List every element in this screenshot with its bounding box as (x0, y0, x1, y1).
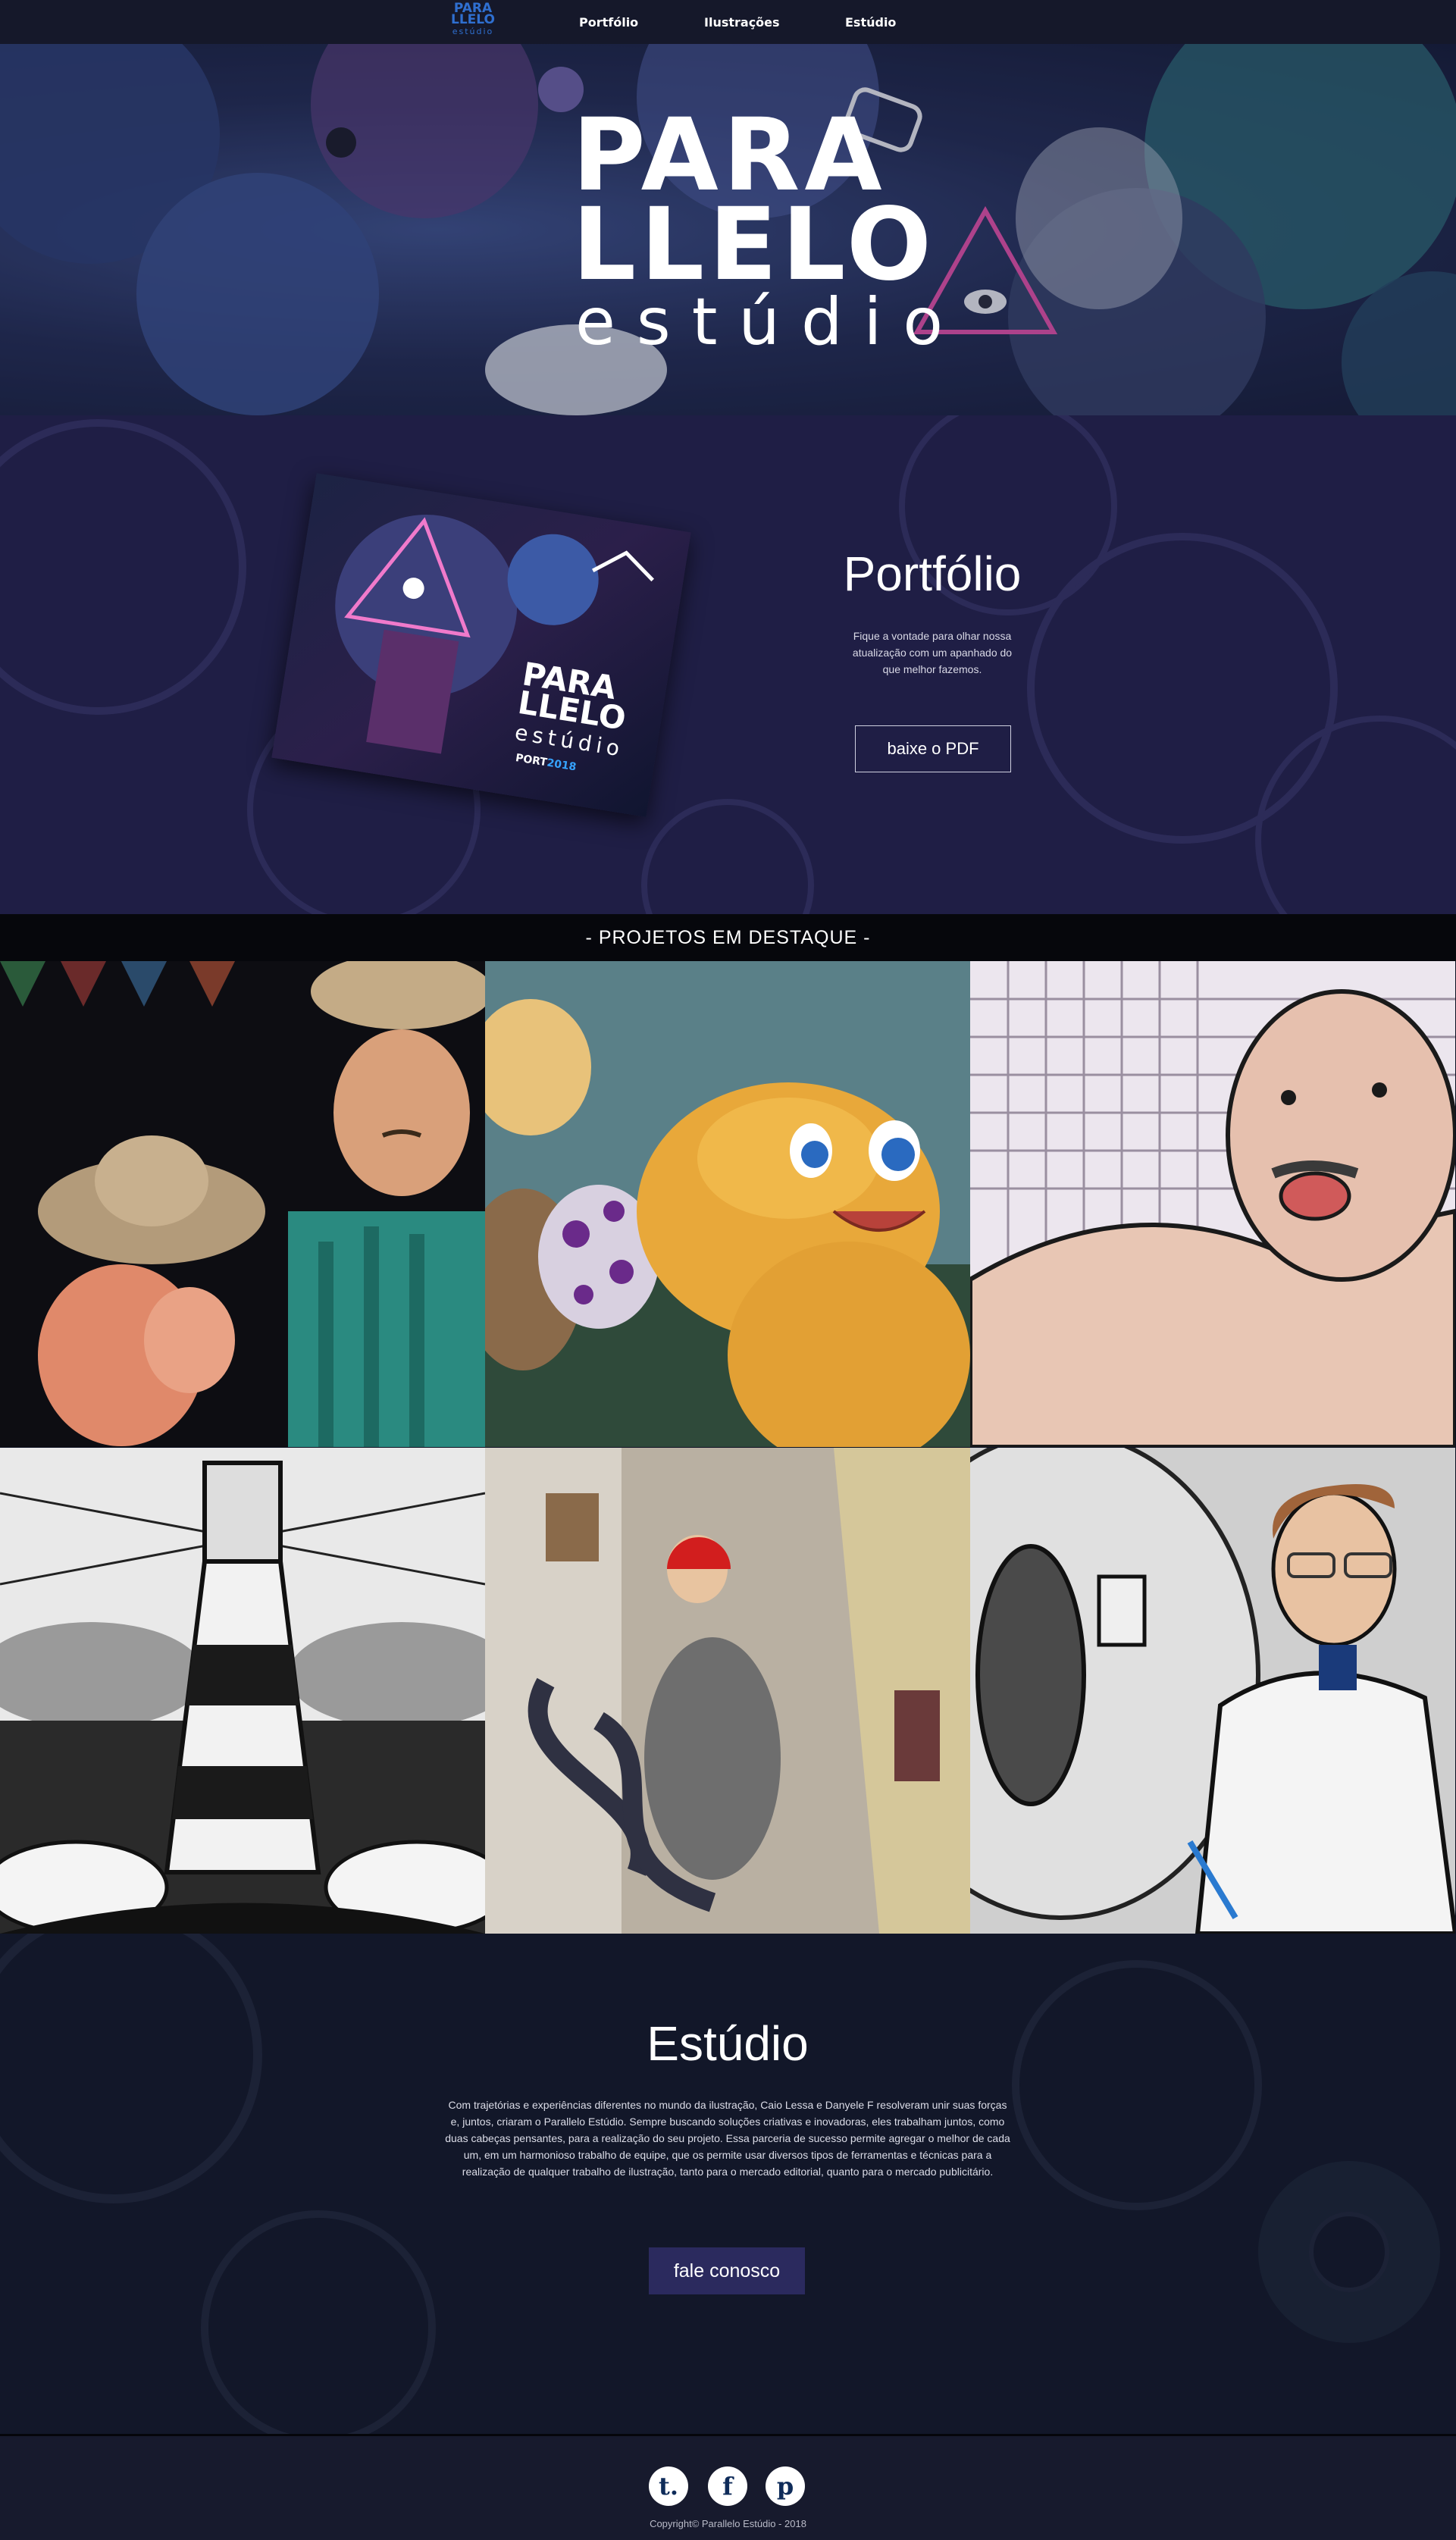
portfolio-cover-image[interactable]: PARA LLELO estúdio PORT2018 (271, 473, 691, 817)
pinterest-icon: p (776, 2472, 794, 2501)
hero-logo: PARA LLELO estúdio (572, 105, 965, 360)
nav-logo[interactable]: PARA LLELO estúdio (446, 2, 500, 41)
nav-link-portfolio[interactable]: Portfólio (579, 15, 638, 30)
nav-link-estudio[interactable]: Estúdio (845, 15, 896, 30)
pinterest-link[interactable]: p (766, 2466, 805, 2506)
nav-link-ilustracoes[interactable]: Ilustrações (704, 15, 780, 30)
old-man-image (970, 961, 1455, 1447)
festa-junina-image (0, 961, 485, 1447)
facebook-link[interactable]: f (708, 2466, 747, 2506)
nav-logo-line3: estúdio (452, 27, 494, 36)
worker-image (485, 1448, 970, 1934)
facebook-icon: f (722, 2472, 733, 2501)
portfolio-section: PARA LLELO estúdio PORT2018 Portfólio Fi… (0, 415, 1456, 914)
project-tile-worker[interactable] (485, 1448, 970, 1934)
portfolio-background-art (0, 415, 1456, 914)
project-tile-festa-junina[interactable] (0, 961, 485, 1447)
estudio-title: Estúdio (647, 2016, 809, 2071)
dinosaur-image (485, 961, 970, 1447)
tumblr-icon: t. (659, 2472, 678, 2501)
featured-projects-header: - PROJETOS EM DESTAQUE - (0, 914, 1456, 961)
project-tile-old-man[interactable] (970, 961, 1455, 1447)
top-navbar: PARA LLELO estúdio Portfólio Ilustrações… (0, 0, 1456, 44)
lighthouse-image (0, 1448, 485, 1934)
portfolio-description: Fique a vontade para olhar nossa atualiz… (852, 630, 1013, 675)
project-tile-scientist[interactable] (970, 1448, 1455, 1934)
tumblr-link[interactable]: t. (649, 2466, 688, 2506)
copyright-text: Copyright© Parallelo Estúdio - 2018 (650, 2518, 806, 2529)
scientist-image (970, 1448, 1455, 1934)
hero-logo-line2: LLELO (572, 186, 937, 303)
download-pdf-button[interactable]: baixe o PDF (855, 725, 1011, 772)
contact-button[interactable]: fale conosco (649, 2247, 805, 2294)
hero-banner: PARA LLELO estúdio (0, 44, 1456, 415)
portfolio-title: Portfólio (843, 547, 1022, 601)
footer: t. f p Copyright© Parallelo Estúdio - 20… (0, 2434, 1456, 2540)
nav-logo-line2: LLELO (451, 12, 495, 27)
estudio-description: Com trajetórias e experiências diferente… (445, 2099, 1010, 2178)
project-tile-dinosaur[interactable] (485, 961, 970, 1447)
estudio-background-art (0, 1934, 1440, 2434)
estudio-section: Estúdio Com trajetórias e experiências d… (0, 1934, 1456, 2434)
portfolio-cover-art (335, 514, 654, 754)
project-tile-lighthouse[interactable] (0, 1448, 485, 1934)
hero-logo-line3: estúdio (575, 284, 965, 360)
project-grid (0, 961, 1456, 1934)
